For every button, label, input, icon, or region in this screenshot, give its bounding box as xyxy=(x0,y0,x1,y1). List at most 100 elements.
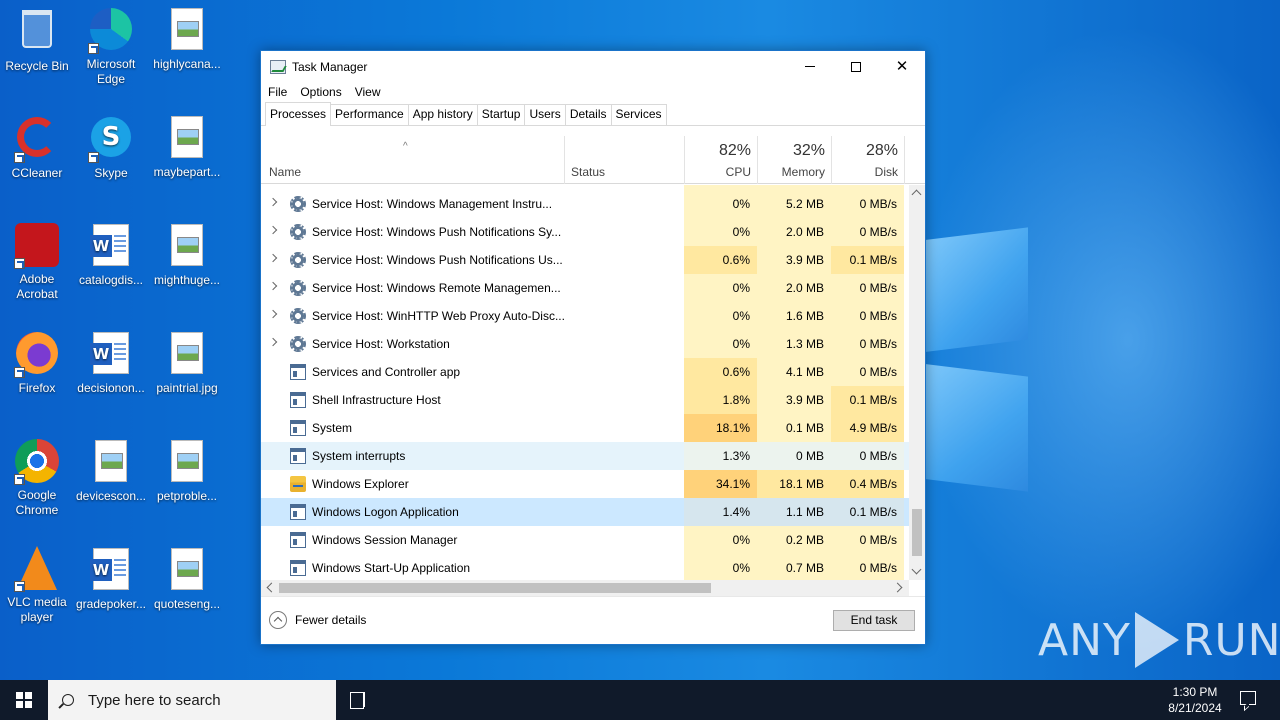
desktop-icon[interactable]: quoteseng... xyxy=(150,546,224,612)
column-header-memory[interactable]: 32% Memory xyxy=(757,136,831,184)
process-row[interactable]: Service Host: WinHTTP Web Proxy Auto-Dis… xyxy=(261,302,909,330)
skype-icon: S xyxy=(88,117,134,163)
desktop-icon[interactable]: mighthuge... xyxy=(150,222,224,288)
desktop-icon[interactable]: maybepart... xyxy=(150,114,224,180)
desktop-icon[interactable]: petproble... xyxy=(150,438,224,504)
desktop-icon[interactable]: devicescon... xyxy=(74,438,148,504)
desktop-icon[interactable]: Google Chrome xyxy=(0,438,74,518)
process-row[interactable]: Service Host: Workstation 0% 1.3 MB 0 MB/s xyxy=(261,330,909,358)
column-header-status[interactable]: Status xyxy=(564,136,684,184)
memory-column-label: Memory xyxy=(781,165,825,179)
menu-file[interactable]: File xyxy=(268,85,287,99)
desktop-icon[interactable]: Wdecisionon... xyxy=(74,330,148,396)
tab-details[interactable]: Details xyxy=(564,104,612,125)
system-clock[interactable]: 1:30 PM 8/21/2024 xyxy=(1160,684,1230,716)
process-row[interactable]: Windows Logon Application 1.4% 1.1 MB 0.1 M… xyxy=(261,498,909,526)
vertical-scroll-thumb[interactable] xyxy=(912,509,922,556)
end-task-button[interactable]: End task xyxy=(833,610,915,631)
desktop-icon[interactable]: Firefox xyxy=(0,330,74,396)
maximize-icon xyxy=(851,61,861,72)
tab-app-history[interactable]: App history xyxy=(407,104,478,125)
process-row[interactable]: Service Host: Windows Management Instru.… xyxy=(261,190,909,218)
desktop-icon[interactable]: Microsoft Edge xyxy=(74,6,148,87)
process-row[interactable]: Service Host: Windows Push Notifications… xyxy=(261,218,909,246)
start-button[interactable] xyxy=(0,680,48,720)
desktop-icon[interactable]: Wgradepoker... xyxy=(74,546,148,612)
tab-startup[interactable]: Startup xyxy=(476,104,526,125)
vertical-scrollbar[interactable] xyxy=(909,185,925,580)
watermark-left-text: ANY xyxy=(1038,614,1131,666)
action-center-icon[interactable] xyxy=(1240,691,1256,705)
cpu-cell: 0% xyxy=(684,190,757,218)
scroll-right-icon[interactable] xyxy=(892,582,903,593)
process-row[interactable]: Service Host: Windows Push Notifications… xyxy=(261,246,909,274)
maximize-button[interactable] xyxy=(833,51,879,82)
process-row[interactable]: Services and Controller app 0.6% 4.1 MB 0 M… xyxy=(261,358,909,386)
desktop-icon[interactable]: CCleaner xyxy=(0,114,74,181)
expand-chevron-icon[interactable] xyxy=(268,337,278,347)
close-button[interactable]: ✕ xyxy=(879,51,925,82)
scroll-down-icon[interactable] xyxy=(911,564,922,575)
expand-chevron-icon[interactable] xyxy=(268,197,278,207)
menu-bar: File Options View xyxy=(261,82,925,102)
expand-chevron-icon[interactable] xyxy=(268,253,278,263)
firefox-icon xyxy=(14,332,60,378)
process-name: System interrupts xyxy=(312,449,406,463)
process-row[interactable]: Windows Session Manager 0% 0.2 MB 0 MB/s xyxy=(261,526,909,554)
tab-performance[interactable]: Performance xyxy=(330,104,409,125)
desktop-icon[interactable]: VLC media player xyxy=(0,546,74,625)
chrome-icon xyxy=(14,439,60,485)
desktop-icon[interactable]: Wcatalogdis... xyxy=(74,222,148,288)
memory-cell: 5.2 MB xyxy=(757,190,831,218)
desktop-icon[interactable]: paintrial.jpg xyxy=(150,330,224,396)
desktop-icon[interactable]: Adobe Acrobat xyxy=(0,222,74,302)
expand-chevron-icon[interactable] xyxy=(268,281,278,291)
memory-cell: 2.0 MB xyxy=(757,274,831,302)
task-manager-window: Task Manager ✕ File Options View Process… xyxy=(260,50,926,645)
process-row[interactable]: System 18.1% 0.1 MB 4.9 MB/s xyxy=(261,414,909,442)
tab-users[interactable]: Users xyxy=(524,104,566,125)
process-row[interactable]: Windows Start-Up Application 0% 0.7 MB 0 MB… xyxy=(261,554,909,580)
menu-options[interactable]: Options xyxy=(300,85,341,99)
tab-services[interactable]: Services xyxy=(610,104,667,125)
fewer-details-button[interactable]: Fewer details xyxy=(269,611,366,629)
desktop-icon-label: mighthuge... xyxy=(153,273,221,287)
process-row[interactable]: System interrupts 1.3% 0 MB 0 MB/s xyxy=(261,442,909,470)
process-row[interactable]: Shell Infrastructure Host 1.8% 3.9 MB 0.1 M… xyxy=(261,386,909,414)
column-header-cpu[interactable]: 82% CPU xyxy=(684,136,757,184)
process-row[interactable]: Windows Explorer 34.1% 18.1 MB 0.4 MB/s xyxy=(261,470,909,498)
tab-processes[interactable]: Processes xyxy=(265,102,332,126)
desktop-icon[interactable]: highlycana... xyxy=(150,6,224,72)
task-view-icon[interactable] xyxy=(350,692,368,709)
scroll-up-icon[interactable] xyxy=(911,189,922,200)
recycle-bin-icon xyxy=(14,10,60,56)
column-header-disk[interactable]: 28% Disk xyxy=(831,136,904,184)
cpu-cell: 0% xyxy=(684,526,757,554)
scroll-left-icon[interactable] xyxy=(266,582,277,593)
horizontal-scroll-thumb[interactable] xyxy=(279,583,711,593)
gear-icon xyxy=(290,336,306,352)
app-window-icon xyxy=(290,504,306,520)
memory-cell: 0.7 MB xyxy=(757,554,831,580)
cpu-cell: 0% xyxy=(684,274,757,302)
menu-view[interactable]: View xyxy=(355,85,381,99)
minimize-button[interactable] xyxy=(787,51,833,82)
memory-cell: 1.3 MB xyxy=(757,330,831,358)
desktop-icon[interactable]: S Skype xyxy=(74,114,148,181)
horizontal-scrollbar[interactable] xyxy=(261,580,909,596)
process-name: Service Host: WinHTTP Web Proxy Auto-Dis… xyxy=(312,309,565,323)
image-file-icon xyxy=(88,440,134,486)
cpu-cell: 1.3% xyxy=(684,442,757,470)
column-header-name[interactable]: ^ Name xyxy=(261,136,564,184)
minimize-icon xyxy=(805,66,815,67)
expand-chevron-icon[interactable] xyxy=(268,225,278,235)
title-bar[interactable]: Task Manager ✕ xyxy=(261,51,925,82)
process-row[interactable]: Service Host: Windows Remote Managemen..… xyxy=(261,274,909,302)
process-name: Service Host: Windows Management Instru.… xyxy=(312,197,553,211)
process-name: Service Host: Windows Push Notifications… xyxy=(312,253,563,267)
desktop-icon[interactable]: Recycle Bin xyxy=(0,6,74,74)
expand-chevron-icon[interactable] xyxy=(268,309,278,319)
gear-icon xyxy=(290,308,306,324)
disk-cell: 0 MB/s xyxy=(831,554,904,580)
taskbar-search-box[interactable]: Type here to search xyxy=(48,680,336,720)
